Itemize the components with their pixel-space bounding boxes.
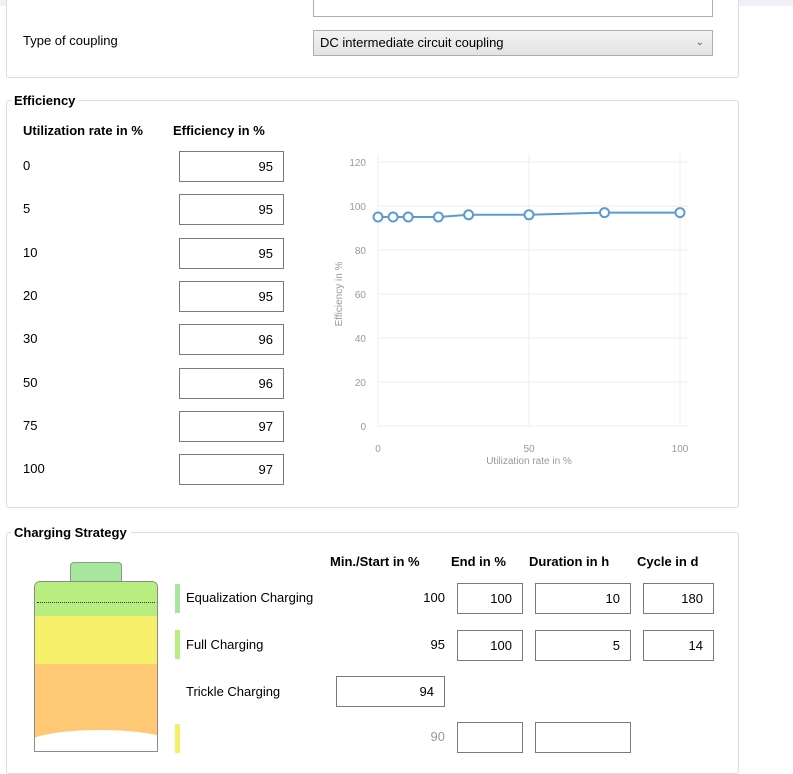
efficiency-input[interactable]: 97 xyxy=(179,454,284,485)
battery-icon xyxy=(34,562,158,752)
previous-field-bottom[interactable] xyxy=(313,0,713,17)
utilization-value: 100 xyxy=(23,461,45,476)
battery-body xyxy=(34,581,158,752)
utilization-value: 75 xyxy=(23,418,38,433)
equalization-cycle-input[interactable]: 180 xyxy=(643,583,714,614)
battery-dotted-line xyxy=(37,602,155,603)
utilization-value: 10 xyxy=(23,245,38,260)
efficiency-input[interactable]: 97 xyxy=(179,411,284,442)
fourth-row-color-bar xyxy=(175,724,180,753)
efficiency-chart: 0 20 40 60 80 100 120 0 50 100 Utilization rate in… xyxy=(334,154,689,467)
y-tick-label: 100 xyxy=(349,202,366,213)
efficiency-input[interactable]: 96 xyxy=(179,368,284,399)
efficiency-data-point xyxy=(523,209,535,221)
equalization-label: Equalization Charging xyxy=(186,590,314,605)
utilization-header: Utilization rate in % xyxy=(23,123,143,138)
y-tick-label: 120 xyxy=(349,158,366,169)
efficiency-header: Efficiency in % xyxy=(173,123,265,138)
full-end-input[interactable]: 100 xyxy=(457,630,523,661)
efficiency-input[interactable]: 95 xyxy=(179,238,284,269)
battery-zone-equalization xyxy=(35,582,157,616)
trickle-input[interactable]: 94 xyxy=(336,676,445,707)
x-axis-label: Utilization rate in % xyxy=(486,456,572,467)
min-start-header: Min./Start in % xyxy=(330,554,420,569)
x-tick-label: 0 xyxy=(375,444,381,455)
duration-header: Duration in h xyxy=(529,554,610,569)
efficiency-input[interactable]: 96 xyxy=(179,324,284,355)
y-axis-label: Efficiency in % xyxy=(334,261,345,326)
battery-zone-full xyxy=(35,616,157,664)
efficiency-data-point xyxy=(402,211,414,223)
efficiency-data-point xyxy=(387,211,399,223)
equalization-duration-input[interactable]: 10 xyxy=(535,583,631,614)
fourth-row-duration-input[interactable] xyxy=(535,722,631,753)
fourth-row-end-input[interactable] xyxy=(457,722,523,753)
coupling-select-value: DC intermediate circuit coupling xyxy=(320,35,504,50)
efficiency-title: Efficiency xyxy=(12,93,80,108)
y-tick-label: 20 xyxy=(355,378,367,389)
y-tick-label: 60 xyxy=(355,290,367,301)
chevron-down-icon: ⌄ xyxy=(695,37,704,48)
equalization-color-bar xyxy=(175,584,180,613)
efficiency-input[interactable]: 95 xyxy=(179,151,284,182)
charging-title: Charging Strategy xyxy=(12,525,131,540)
efficiency-data-point xyxy=(463,209,475,221)
utilization-value: 30 xyxy=(23,331,38,346)
battery-wave xyxy=(35,730,157,751)
full-cycle-input[interactable]: 14 xyxy=(643,630,714,661)
x-tick-label: 50 xyxy=(523,444,535,455)
full-label: Full Charging xyxy=(186,637,264,652)
y-tick-label: 80 xyxy=(355,246,367,257)
utilization-value: 20 xyxy=(23,288,38,303)
full-color-bar xyxy=(175,630,180,659)
equalization-min-start: 100 xyxy=(423,590,445,605)
full-duration-input[interactable]: 5 xyxy=(535,630,631,661)
full-min-start: 95 xyxy=(430,637,445,652)
cycle-header: Cycle in d xyxy=(637,554,699,569)
utilization-value: 5 xyxy=(23,201,31,216)
efficiency-data-point xyxy=(674,207,686,219)
equalization-end-input[interactable]: 100 xyxy=(457,583,523,614)
end-header: End in % xyxy=(451,554,506,569)
y-tick-label: 0 xyxy=(360,422,366,433)
efficiency-input[interactable]: 95 xyxy=(179,281,284,312)
efficiency-data-point xyxy=(432,211,444,223)
coupling-label: Type of coupling xyxy=(23,33,118,48)
efficiency-data-point xyxy=(599,207,610,219)
utilization-value: 0 xyxy=(23,158,31,173)
efficiency-input[interactable]: 95 xyxy=(179,194,284,225)
y-tick-label: 40 xyxy=(355,334,367,345)
coupling-select[interactable]: DC intermediate circuit coupling ⌄ xyxy=(313,30,713,56)
trickle-label: Trickle Charging xyxy=(186,684,281,699)
x-tick-label: 100 xyxy=(672,444,689,455)
efficiency-data-point xyxy=(372,211,384,223)
battery-cap xyxy=(70,562,122,582)
utilization-value: 50 xyxy=(23,375,38,390)
fourth-row-min-start: 90 xyxy=(430,729,445,744)
